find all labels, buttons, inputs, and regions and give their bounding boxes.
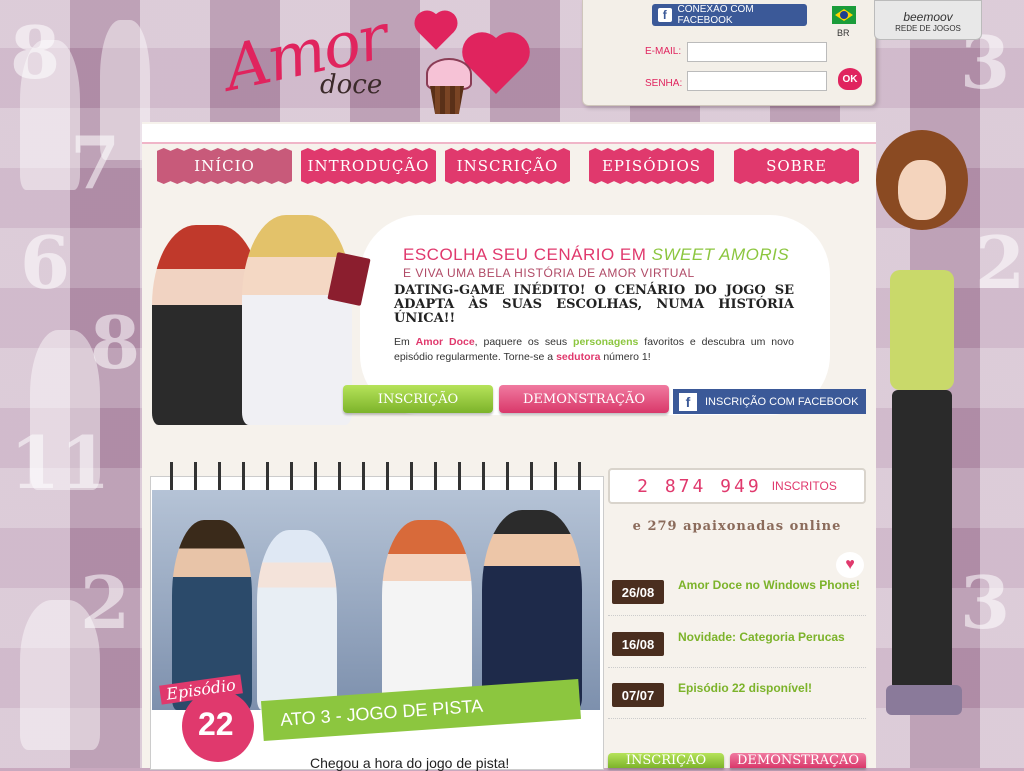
desc-role: sedutora [556,351,601,363]
news-title[interactable]: Episódio 22 disponível! [678,681,812,695]
online-count: e 279 apaixonadas online [632,519,842,534]
facebook-icon: f [679,392,697,411]
news-item[interactable]: 26/08 Amor Doce no Windows Phone! [608,572,866,616]
bottom-signup-button[interactable]: INSCRIÇÃO [608,753,724,768]
facebook-signup-button[interactable]: f INSCRIÇÃO COM FACEBOOK [673,389,866,414]
episode-text: Chegou a hora do jogo de pista! [310,755,510,771]
beemoov-network-link[interactable]: beemoov REDE DE JOGOS [874,0,982,40]
desc-part-4: número 1! [603,351,651,363]
news-item[interactable]: 16/08 Novidade: Categoria Perucas [608,624,866,668]
notebook-rings [170,462,590,490]
facebook-signup-label: INSCRIÇÃO COM FACEBOOK [705,395,859,408]
desc-part-1: Em [394,336,410,348]
news-item[interactable]: 07/07 Episódio 22 disponível! [608,675,866,719]
tab-introducao[interactable]: INTRODUÇÃO [301,148,436,184]
logo-word-doce: doce [320,70,383,100]
hero-headline-emphasis: SWEET AMORIS [651,245,790,264]
news-title[interactable]: Amor Doce no Windows Phone! [678,578,860,592]
demo-button[interactable]: DEMONSTRAÇÃO [499,385,669,413]
nav-decoration [142,124,876,144]
desc-brand: Amor Doce [415,336,475,348]
password-label: SENHA: [645,78,683,89]
signup-button[interactable]: INSCRIÇÃO [343,385,493,413]
login-ok-button[interactable]: OK [838,68,862,90]
news-date: 16/08 [612,632,664,656]
subscriber-counter: 2 874 949 INSCRITOS [608,468,866,504]
hero-headline-text: ESCOLHA SEU CENÁRIO EM [403,245,647,264]
bottom-demo-button[interactable]: DEMONSTRAÇÃO [730,753,866,768]
hero-subheadline: E VIVA UMA BELA HISTÓRIA DE AMOR VIRTUAL [403,266,695,280]
hero-tagline: DATING-GAME INÉDITO! O CENÁRIO DO JOGO S… [394,283,794,326]
tab-inscricao[interactable]: INSCRIÇÃO [445,148,570,184]
email-label: E-MAIL: [645,46,682,57]
beemoov-logo: beemoov [903,10,953,24]
password-field[interactable] [687,71,827,91]
episode-number-badge: Episódio 22 [152,672,270,764]
tab-inicio[interactable]: INÍCIO [157,148,292,184]
news-date: 26/08 [612,580,664,604]
tab-sobre[interactable]: SOBRE [734,148,859,184]
episode-number: 22 [198,706,234,742]
facebook-connect-label: CONEXÃO COM FACEBOOK [677,4,754,26]
girl-character-illustration [876,130,968,740]
tab-episodios[interactable]: EPISÓDIOS [589,148,714,184]
brazil-flag-icon[interactable] [832,6,856,24]
subscriber-label: INSCRITOS [771,479,837,493]
desc-characters: personagens [573,336,639,348]
news-date: 07/07 [612,683,664,707]
news-title[interactable]: Novidade: Categoria Perucas [678,630,845,644]
email-field[interactable] [687,42,827,62]
country-label: BR [837,28,850,38]
network-label: REDE DE JOGOS [895,24,961,33]
subscriber-count: 2 874 949 [637,475,762,497]
hero-description: Em Amor Doce, paquere os seus personagen… [394,335,794,365]
facebook-icon: f [658,8,672,22]
desc-part-2: , paquere os seus [474,336,568,348]
facebook-connect-button[interactable]: f CONEXÃO COM FACEBOOK [652,4,807,26]
cupcake-icon [422,58,472,118]
hero-headline: ESCOLHA SEU CENÁRIO EM SWEET AMORIS [403,245,789,265]
